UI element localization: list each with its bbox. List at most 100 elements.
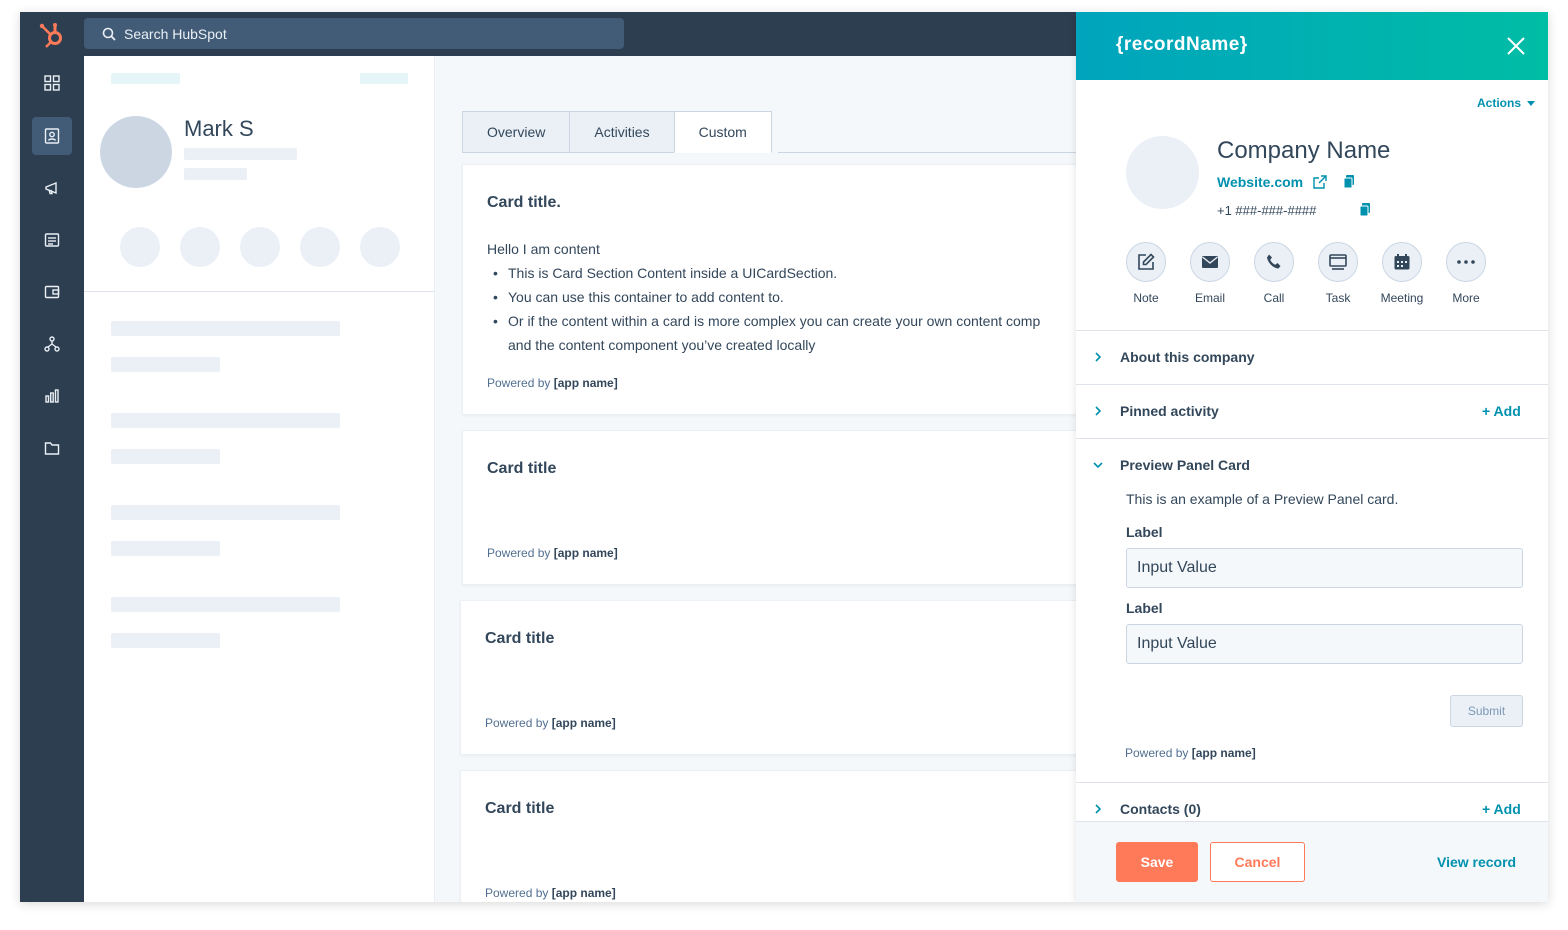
website-link[interactable]: Website.com (1217, 174, 1303, 190)
field-label: Label (1126, 600, 1163, 616)
more-button[interactable] (1446, 242, 1486, 282)
email-button[interactable] (1190, 242, 1230, 282)
rail-commerce-icon[interactable] (32, 273, 72, 311)
record-tabs: Overview Activities Custom (462, 111, 772, 153)
copy-icon[interactable] (1359, 203, 1371, 217)
panel-header: {recordName} (1076, 12, 1548, 80)
skeleton-action-dot (300, 227, 340, 267)
skeleton-line (184, 168, 247, 180)
card-title: Card title (485, 630, 555, 647)
chevron-right-icon[interactable] (1092, 405, 1104, 417)
skeleton-line (111, 413, 340, 428)
powered-by: Powered by [app name] (485, 716, 616, 730)
email-icon (1202, 256, 1218, 268)
app-name: [app name] (553, 376, 618, 390)
powered-prefix: Powered by (485, 716, 549, 730)
section-pinned-activity[interactable]: Pinned activity (1120, 403, 1219, 419)
chevron-right-icon[interactable] (1092, 351, 1104, 363)
close-icon[interactable] (1504, 34, 1528, 58)
app-name: [app name] (553, 546, 618, 560)
tab-activities[interactable]: Activities (569, 111, 674, 153)
avatar (100, 116, 172, 188)
app-window: Search HubSpot Mark S Overview Activitie… (20, 12, 1548, 902)
search-bar[interactable]: Search HubSpot (84, 18, 624, 49)
card-content: Hello I am content This is Card Section … (487, 237, 1040, 357)
rail-contacts-icon[interactable] (32, 117, 72, 155)
divider (1076, 782, 1548, 783)
app-name: [app name] (1191, 746, 1256, 760)
field-label: Label (1126, 524, 1163, 540)
meeting-button[interactable] (1382, 242, 1422, 282)
divider (1076, 384, 1548, 385)
company-name: Company Name (1217, 137, 1391, 164)
list-item: You can use this container to add conten… (487, 285, 1040, 309)
task-button[interactable] (1318, 242, 1358, 282)
app-name: [app name] (551, 716, 616, 730)
add-contact-button[interactable]: + Add (1482, 801, 1521, 817)
skeleton-line (111, 321, 340, 336)
custom-card: Card title Powered by [app name] (462, 430, 1102, 585)
note-button[interactable] (1126, 242, 1166, 282)
save-button[interactable]: Save (1116, 842, 1198, 882)
chevron-down-icon[interactable] (1092, 459, 1104, 471)
view-record-link[interactable]: View record (1437, 854, 1516, 870)
skeleton-line (111, 633, 220, 648)
rail-megaphone-icon[interactable] (32, 169, 72, 207)
rail-folder-icon[interactable] (32, 429, 72, 467)
card-title: Card title (485, 800, 555, 817)
rail-documents-icon[interactable] (32, 221, 72, 259)
external-link-icon[interactable] (1313, 175, 1327, 189)
rail-reports-icon[interactable] (32, 377, 72, 415)
task-icon (1329, 254, 1347, 270)
left-rail (20, 56, 84, 902)
list-item: This is Card Section Content inside a UI… (487, 261, 1040, 285)
text-input[interactable] (1126, 624, 1523, 664)
company-avatar (1126, 136, 1199, 209)
powered-by: Powered by [app name] (487, 546, 618, 560)
custom-card: Card title. Hello I am content This is C… (462, 164, 1102, 415)
powered-prefix: Powered by (485, 886, 549, 900)
call-label: Call (1263, 291, 1285, 305)
call-button[interactable] (1254, 242, 1294, 282)
actions-label: Actions (1477, 96, 1522, 110)
email-label: Email (1194, 291, 1225, 305)
note-icon (1138, 253, 1155, 270)
skeleton-line (184, 148, 297, 160)
divider (84, 291, 435, 292)
powered-prefix: Powered by (487, 546, 551, 560)
preview-panel: {recordName} Actions Company Name Websit… (1076, 12, 1548, 902)
rail-automation-icon[interactable] (32, 325, 72, 363)
card-intro: Hello I am content (487, 241, 600, 257)
submit-button[interactable]: Submit (1450, 695, 1523, 727)
skeleton-line (111, 357, 220, 372)
divider (1076, 438, 1548, 439)
skeleton-action-dot (180, 227, 220, 267)
custom-card: Card title Powered by [app name] (460, 770, 1102, 902)
copy-icon[interactable] (1343, 175, 1355, 189)
panel-title: {recordName} (1116, 34, 1248, 55)
skeleton-action (360, 73, 408, 84)
chevron-right-icon[interactable] (1092, 803, 1104, 815)
text-input[interactable] (1126, 548, 1523, 588)
meeting-icon (1394, 254, 1410, 270)
section-about-company[interactable]: About this company (1120, 349, 1255, 365)
skeleton-breadcrumb (111, 73, 180, 84)
tabs-underline (778, 152, 1098, 153)
rail-grid-icon[interactable] (32, 64, 72, 102)
card-title: Card title (487, 460, 557, 477)
hubspot-logo-icon[interactable] (38, 21, 66, 49)
cancel-button[interactable]: Cancel (1210, 842, 1305, 882)
tab-custom[interactable]: Custom (673, 111, 772, 153)
tab-overview[interactable]: Overview (462, 111, 570, 153)
task-label: Task (1325, 291, 1351, 305)
skeleton-line (111, 449, 220, 464)
powered-by: Powered by [app name] (485, 886, 616, 900)
section-contacts[interactable]: Contacts (0) (1120, 801, 1201, 817)
search-icon (102, 27, 116, 41)
record-sidebar: Mark S (84, 56, 435, 902)
actions-dropdown[interactable]: Actions (1477, 96, 1536, 110)
add-pinned-activity-button[interactable]: + Add (1482, 403, 1521, 419)
powered-by: Powered by [app name] (1125, 746, 1256, 760)
section-preview-panel-card[interactable]: Preview Panel Card (1120, 457, 1250, 473)
phone-number[interactable]: +1 ###-###-#### (1217, 203, 1316, 218)
